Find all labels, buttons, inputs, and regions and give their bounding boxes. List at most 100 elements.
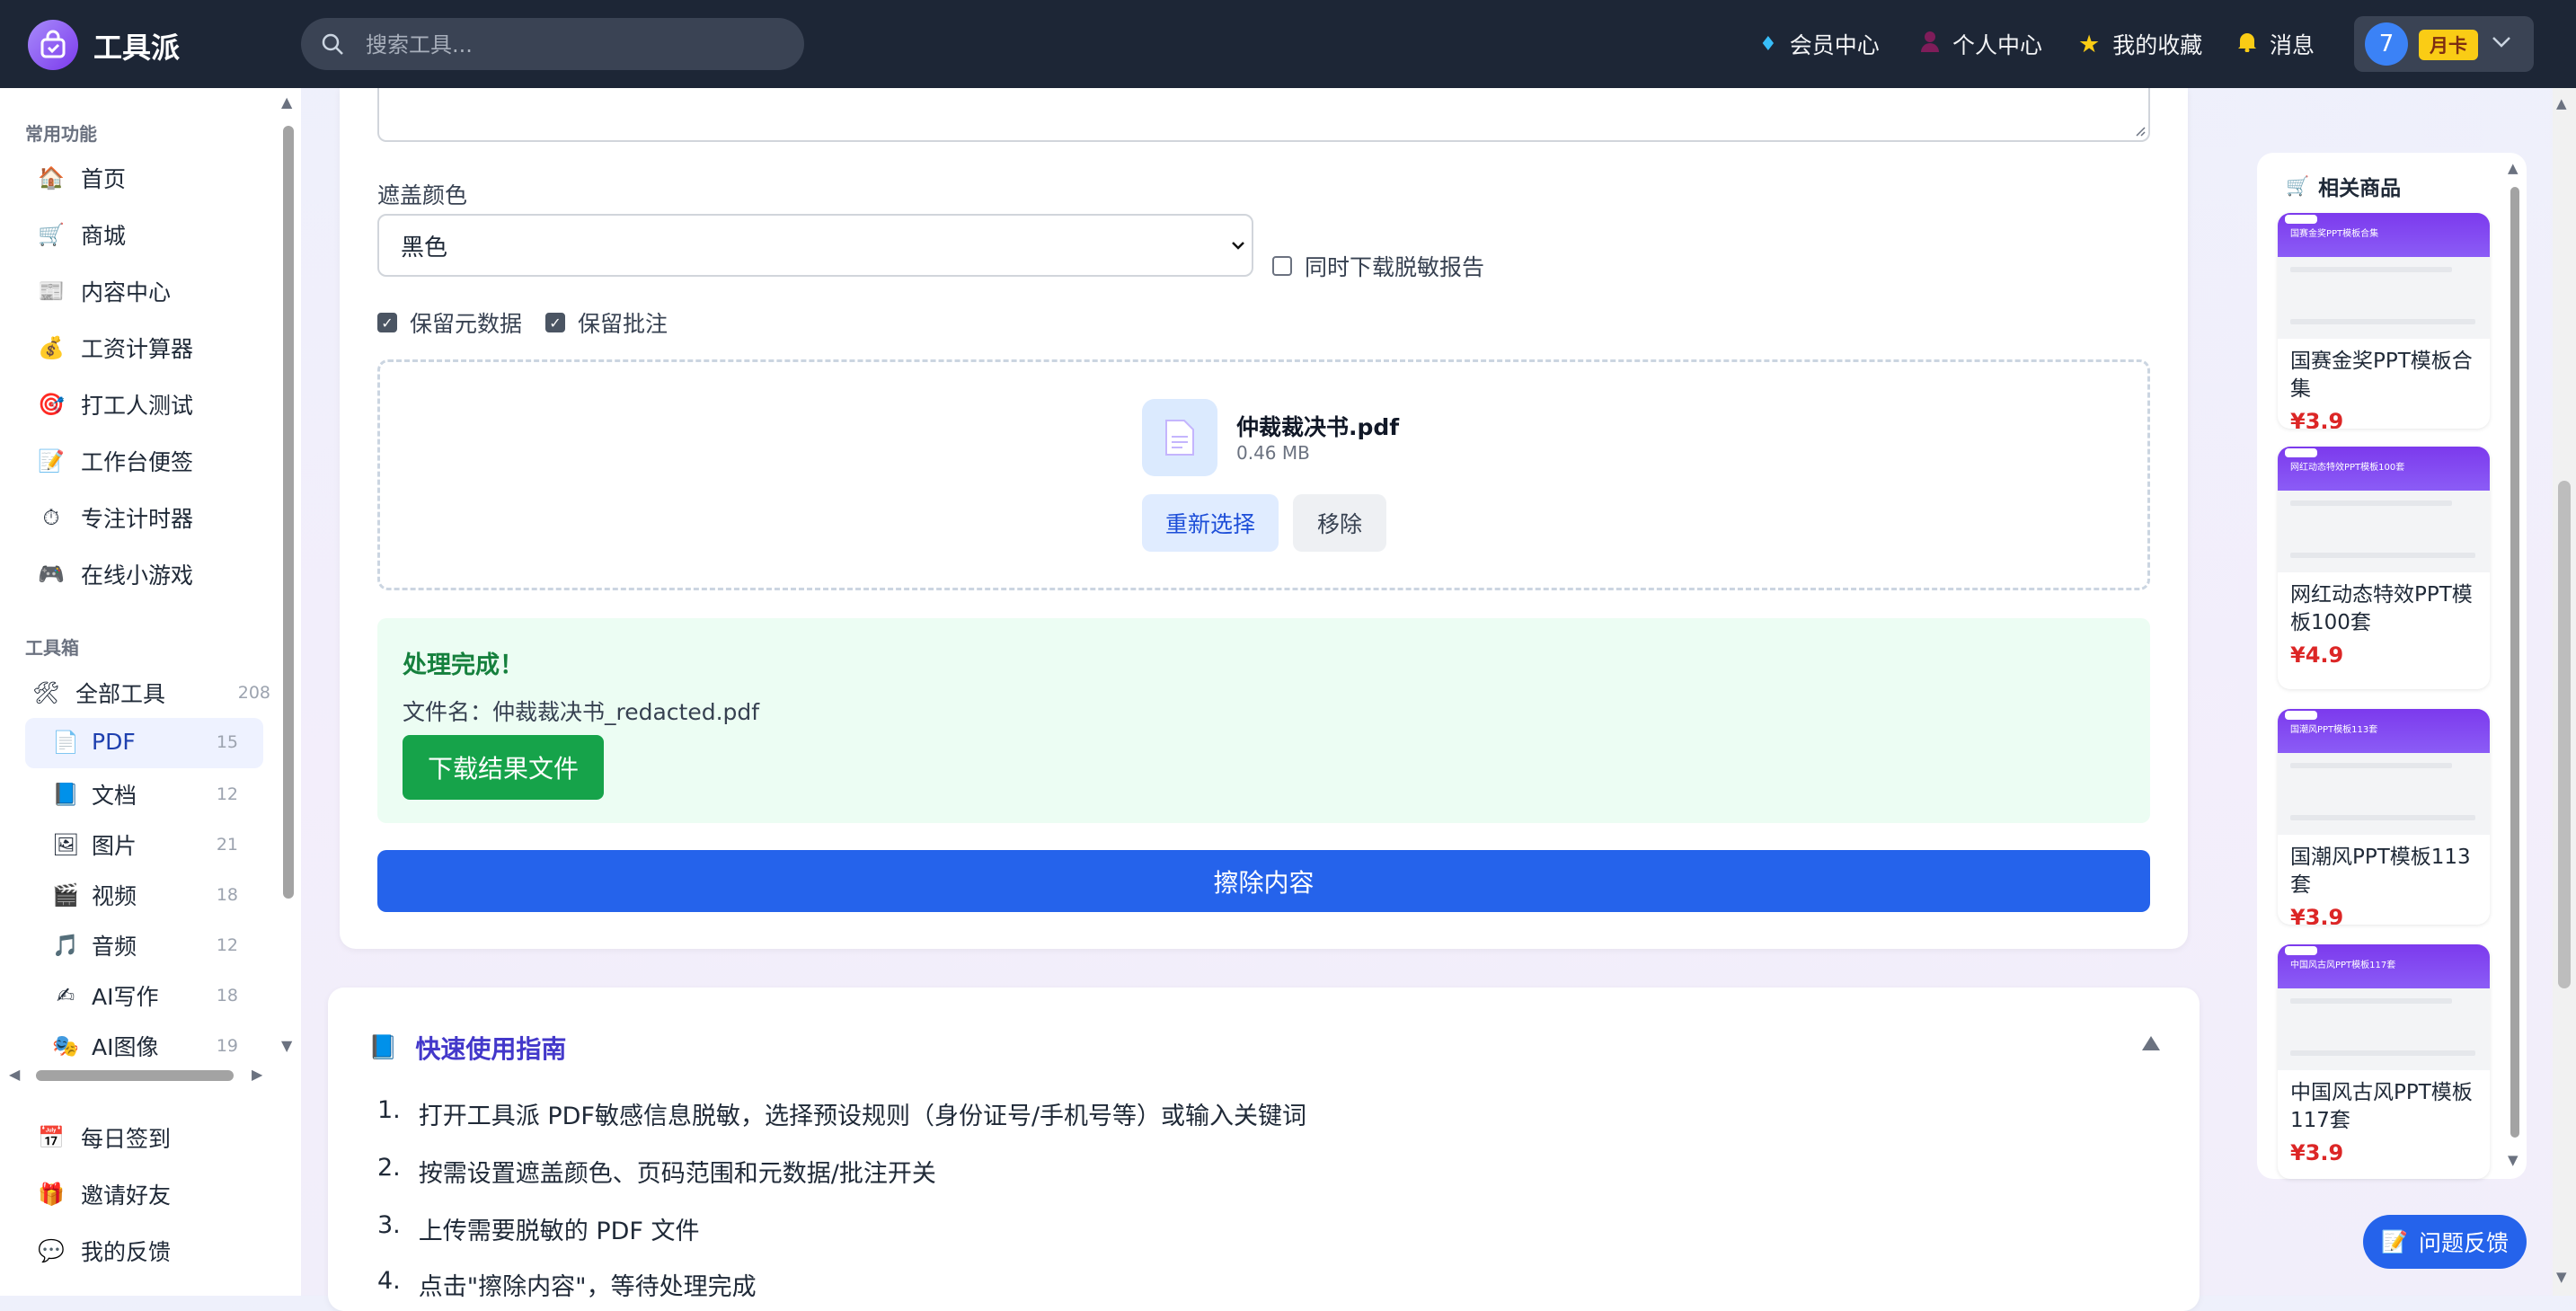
- report-checkbox[interactable]: 同时下载脱敏报告: [1272, 250, 1484, 282]
- sidebar-item-pdf[interactable]: 📄 PDF 15: [52, 729, 263, 755]
- product-thumbnail: 中国风古风PPT模板117套: [2278, 944, 2490, 1070]
- calendar-icon: 📅: [38, 1125, 65, 1150]
- checkbox-report[interactable]: [1272, 256, 1292, 276]
- guide-step: 2. 按需设置遮盖颜色、页码范围和元数据/批注开关: [377, 1154, 936, 1188]
- sidebar-item-checkin[interactable]: 📅 每日签到: [38, 1121, 171, 1154]
- sidebar-vertical-scrollbar[interactable]: ▲ ▼: [280, 93, 298, 1064]
- related-panel-scrollbar[interactable]: ▲ ▼: [2507, 160, 2523, 1172]
- picture-icon: 🖼: [52, 832, 80, 857]
- user-icon: [1920, 31, 1940, 58]
- sidebar-item-worker-test[interactable]: 🎯 打工人测试: [38, 388, 193, 421]
- sidebar-item-salary[interactable]: 💰 工资计算器: [38, 332, 193, 364]
- avatar[interactable]: 7: [2365, 22, 2408, 66]
- upload-dropzone[interactable]: [377, 359, 2150, 590]
- resize-handle-icon[interactable]: [2135, 126, 2146, 137]
- sidebar-item-notes[interactable]: 📝 工作台便签: [38, 445, 193, 477]
- sidebar-item-video[interactable]: 🎬 视频 18: [52, 879, 263, 911]
- house-icon: 🏠: [38, 165, 65, 190]
- sidebar-item-content[interactable]: 📰 内容中心: [38, 275, 171, 307]
- bell-icon: [2237, 31, 2257, 58]
- sidebar-horizontal-scrollbar[interactable]: ◀ ▶: [9, 1066, 270, 1085]
- reselect-button[interactable]: 重新选择: [1142, 494, 1279, 552]
- remove-button[interactable]: 移除: [1293, 494, 1386, 552]
- sidebar-item-timer[interactable]: ⏱ 专注计时器: [38, 501, 193, 534]
- tools-icon: 🛠: [32, 680, 60, 705]
- feedback-button[interactable]: 📝 问题反馈: [2363, 1215, 2527, 1269]
- scroll-up-arrow-icon[interactable]: ▲: [2508, 160, 2518, 176]
- file-size: 0.46 MB: [1236, 442, 1310, 464]
- guide-title[interactable]: 📘 快速使用指南: [368, 1030, 566, 1066]
- sidebar-section-common: 常用功能: [25, 123, 97, 145]
- product-card[interactable]: 国潮风PPT模板113套 国潮风PPT模板113套 ¥3.9: [2278, 709, 2490, 925]
- masks-icon: 🎭: [52, 1033, 79, 1059]
- sidebar-item-images[interactable]: 🖼 图片 21: [52, 828, 263, 861]
- sidebar-section-toolbox: 工具箱: [25, 637, 79, 659]
- sidebar-item-feedback[interactable]: 💬 我的反馈: [38, 1235, 171, 1267]
- sidebar-item-home[interactable]: 🏠 首页: [38, 162, 126, 194]
- newspaper-icon: 📰: [38, 279, 65, 304]
- sidebar-item-all-tools[interactable]: 🛠 全部工具 208: [32, 677, 270, 709]
- scroll-left-arrow-icon[interactable]: ◀: [9, 1066, 20, 1083]
- sidebar-item-games[interactable]: 🎮 在线小游戏: [38, 558, 193, 590]
- guide-step: 4. 点击"擦除内容"，等待处理完成: [377, 1267, 757, 1301]
- scroll-up-arrow-icon[interactable]: ▲: [281, 93, 292, 111]
- checkbox-comments[interactable]: ✓: [545, 313, 565, 332]
- search-bar[interactable]: [301, 18, 804, 72]
- stopwatch-icon: ⏱: [42, 505, 60, 530]
- product-card[interactable]: 国赛金奖PPT模板合集 国赛金奖PPT模板合集 ¥3.9: [2278, 213, 2490, 429]
- chevron-down-icon[interactable]: [2492, 36, 2511, 49]
- page-scroll-thumb[interactable]: [2558, 481, 2571, 988]
- guide-step: 1. 打开工具派 PDF敏感信息脱敏，选择预设规则（身份证号/手机号等）或输入关键…: [377, 1096, 1307, 1130]
- erase-content-button[interactable]: 擦除内容: [377, 850, 2150, 912]
- collapse-triangle-icon[interactable]: [2141, 1035, 2161, 1051]
- nav-vip-center[interactable]: ♦ 会员中心: [1759, 28, 1880, 60]
- keep-comments-checkbox[interactable]: ✓ 保留批注: [545, 306, 668, 339]
- scroll-down-arrow-icon[interactable]: ▼: [2508, 1152, 2518, 1168]
- membership-badge: 月卡: [2419, 30, 2478, 60]
- nav-favorites[interactable]: ★ 我的收藏: [2078, 28, 2202, 60]
- gamepad-icon: 🎮: [38, 562, 65, 587]
- product-thumbnail: 网红动态特效PPT模板100套: [2278, 447, 2490, 572]
- sidebar-hscroll-thumb[interactable]: [36, 1070, 234, 1081]
- file-name: 仲裁裁决书.pdf: [1236, 414, 1400, 440]
- nav-messages[interactable]: 消息: [2237, 28, 2315, 60]
- guide-step: 3. 上传需要脱敏的 PDF 文件: [377, 1211, 700, 1245]
- sidebar-item-invite[interactable]: 🎁 邀请好友: [38, 1178, 171, 1210]
- product-thumbnail: 国潮风PPT模板113套: [2278, 709, 2490, 835]
- search-input[interactable]: [364, 18, 790, 72]
- scroll-down-arrow-icon[interactable]: ▼: [281, 1037, 292, 1054]
- clapper-icon: 🎬: [52, 882, 79, 908]
- money-bag-icon: 💰: [38, 335, 65, 360]
- search-icon: [322, 33, 343, 55]
- memo-icon: 📝: [38, 448, 65, 474]
- scroll-down-arrow-icon[interactable]: ▼: [2556, 1269, 2567, 1285]
- product-thumbnail: 国赛金奖PPT模板合集: [2278, 213, 2490, 339]
- guide-card: [328, 988, 2200, 1311]
- memo-icon: 📝: [2381, 1229, 2408, 1254]
- sidebar-item-ai-writing[interactable]: ✍ AI写作 18: [52, 979, 263, 1012]
- sidebar-item-mall[interactable]: 🛒 商城: [38, 218, 126, 251]
- writing-hand-icon: ✍: [56, 983, 75, 1008]
- keywords-textarea[interactable]: [377, 88, 2150, 142]
- cover-color-select[interactable]: 黑色: [377, 214, 1253, 277]
- sidebar-scroll-thumb[interactable]: [283, 126, 294, 899]
- nav-profile[interactable]: 个人中心: [1920, 28, 2042, 60]
- gift-icon: 🎁: [38, 1182, 65, 1207]
- related-scroll-thumb[interactable]: [2510, 187, 2519, 1138]
- sidebar-item-ai-image[interactable]: 🎭 AI图像 19: [52, 1030, 263, 1062]
- book-icon: 📘: [368, 1034, 398, 1061]
- app-name: 工具派: [93, 31, 181, 65]
- keep-metadata-checkbox[interactable]: ✓ 保留元数据: [377, 306, 522, 339]
- product-card[interactable]: 中国风古风PPT模板117套 中国风古风PPT模板117套 ¥3.9: [2278, 944, 2490, 1179]
- music-note-icon: 🎵: [52, 933, 79, 958]
- sidebar-item-docs[interactable]: 📘 文档 12: [52, 778, 263, 811]
- scroll-right-arrow-icon[interactable]: ▶: [252, 1066, 262, 1083]
- checkbox-metadata[interactable]: ✓: [377, 313, 397, 332]
- scroll-up-arrow-icon[interactable]: ▲: [2556, 95, 2567, 111]
- pdf-file-icon: [1142, 399, 1217, 476]
- product-card[interactable]: 网红动态特效PPT模板100套 网红动态特效PPT模板100套 ¥4.9: [2278, 447, 2490, 689]
- download-button[interactable]: 下载结果文件: [403, 735, 604, 800]
- result-title: 处理完成！: [403, 651, 524, 679]
- sidebar-item-audio[interactable]: 🎵 音频 12: [52, 929, 263, 961]
- app-logo[interactable]: [28, 20, 78, 70]
